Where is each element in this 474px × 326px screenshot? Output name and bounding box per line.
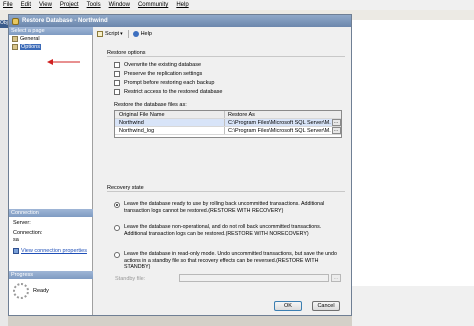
standby-file-label: Standby file: — [115, 276, 146, 282]
chevron-down-icon: ▾ — [120, 31, 123, 37]
page-item-label: General — [20, 36, 40, 42]
menu-project[interactable]: Project — [60, 2, 79, 8]
select-page-pane: Select a page General Options Connection… — [9, 27, 93, 315]
connection-header: Connection — [9, 209, 93, 217]
dialog-title: Restore Database - Northwind — [22, 18, 108, 24]
checkbox-box[interactable] — [114, 62, 120, 68]
prompt-before-restoring-checkbox[interactable]: Prompt before restoring each backup — [114, 80, 215, 86]
checkbox-label: Restrict access to the restored database — [124, 89, 223, 95]
checkbox-label: Prompt before restoring each backup — [124, 80, 215, 86]
table-row[interactable]: Northwind_log C:\Program Files\Microsoft… — [115, 127, 341, 135]
script-label: Script — [105, 31, 120, 37]
connection-section: Connection Server: Connection: sa View c… — [9, 209, 93, 254]
checkbox-box[interactable] — [114, 89, 120, 95]
grid-header-row: Original File Name Restore As — [115, 111, 341, 119]
progress-section: Progress Ready — [9, 271, 93, 299]
select-page-header: Select a page — [9, 27, 93, 35]
page-icon — [12, 36, 18, 42]
object-explorer-header: Obje — [0, 20, 8, 28]
database-icon — [12, 17, 19, 25]
ok-button[interactable]: OK — [274, 301, 302, 311]
table-row[interactable]: Northwind C:\Program Files\Microsoft SQL… — [115, 119, 341, 127]
standby-file-input[interactable] — [179, 274, 329, 282]
progress-status: Ready — [33, 288, 49, 294]
help-icon — [132, 31, 139, 37]
progress-spinner-icon — [13, 283, 29, 299]
radio-label: Leave the database non-operational, and … — [124, 224, 322, 237]
script-icon — [97, 31, 103, 37]
checkbox-box[interactable] — [114, 71, 120, 77]
menu-community[interactable]: Community — [138, 2, 168, 8]
menu-window[interactable]: Window — [109, 2, 130, 8]
help-button[interactable]: Help — [132, 31, 152, 37]
column-header-original-file-name[interactable]: Original File Name — [115, 111, 225, 118]
recovery-with-standby-radio[interactable]: Leave the database in read-only mode. Un… — [114, 251, 344, 271]
standby-browse-button[interactable]: ... — [331, 274, 341, 282]
radio-label: Leave the database ready to use by rolli… — [124, 201, 325, 214]
connection-value: sa — [13, 237, 19, 243]
view-connection-properties-link[interactable]: View connection properties — [9, 248, 93, 254]
page-item-options[interactable]: Options — [9, 43, 92, 51]
divider — [107, 56, 345, 57]
toolbar-separator — [127, 30, 129, 38]
page-item-general[interactable]: General — [9, 35, 92, 43]
object-explorer-panel — [0, 20, 8, 326]
radio-button[interactable] — [114, 225, 120, 231]
progress-status-row: Ready — [9, 283, 93, 299]
divider — [107, 191, 345, 192]
checkbox-label: Preserve the replication settings — [124, 71, 203, 77]
radio-button[interactable] — [114, 202, 120, 208]
recovery-with-norecovery-radio[interactable]: Leave the database non-operational, and … — [114, 224, 344, 237]
preserve-replication-checkbox[interactable]: Preserve the replication settings — [114, 71, 202, 77]
app-lower-area — [352, 286, 474, 326]
cell-original-file-name: Northwind_log — [115, 127, 225, 134]
checkbox-box[interactable] — [114, 80, 120, 86]
overwrite-checkbox[interactable]: Overwrite the existing database — [114, 62, 201, 68]
script-button[interactable]: Script ▾ — [97, 31, 123, 37]
radio-label: Leave the database in read-only mode. Un… — [124, 251, 337, 270]
menu-tools[interactable]: Tools — [87, 2, 101, 8]
properties-icon — [13, 248, 19, 254]
radio-button[interactable] — [114, 252, 120, 258]
browse-button[interactable]: … — [331, 119, 341, 126]
app-status-area — [8, 316, 352, 326]
restore-database-dialog: Restore Database - Northwind Select a pa… — [8, 14, 352, 316]
dialog-titlebar[interactable]: Restore Database - Northwind — [9, 15, 351, 27]
files-grid-caption: Restore the database files as: — [114, 102, 187, 108]
help-label: Help — [140, 31, 152, 37]
view-connection-properties-label: View connection properties — [21, 248, 87, 254]
menu-help[interactable]: Help — [176, 2, 188, 8]
restore-files-grid[interactable]: Original File Name Restore As Northwind … — [114, 110, 342, 138]
server-label: Server: — [13, 220, 31, 226]
restrict-access-checkbox[interactable]: Restrict access to the restored database — [114, 89, 222, 95]
app-menubar: File Edit View Project Tools Window Comm… — [0, 0, 474, 10]
cell-original-file-name: Northwind — [115, 119, 225, 126]
app-document-area — [352, 20, 474, 326]
menu-view[interactable]: View — [39, 2, 52, 8]
progress-header: Progress — [9, 271, 93, 279]
column-header-restore-as[interactable]: Restore As — [225, 111, 331, 118]
checkbox-label: Overwrite the existing database — [124, 62, 202, 68]
menu-edit[interactable]: Edit — [21, 2, 31, 8]
page-item-label: Options — [20, 44, 41, 50]
cell-restore-as[interactable]: C:\Program Files\Microsoft SQL Server\M.… — [225, 127, 331, 134]
red-arrow-annotation — [47, 59, 80, 65]
cancel-button[interactable]: Cancel — [312, 301, 340, 311]
cell-restore-as[interactable]: C:\Program Files\Microsoft SQL Server\M.… — [225, 119, 331, 126]
menu-file[interactable]: File — [3, 2, 13, 8]
dialog-toolbar: Script ▾ Help — [97, 29, 157, 39]
page-icon — [12, 44, 18, 50]
browse-button[interactable]: … — [331, 127, 341, 134]
connection-label: Connection: — [13, 230, 43, 236]
recovery-with-recovery-radio[interactable]: Leave the database ready to use by rolli… — [114, 201, 344, 214]
